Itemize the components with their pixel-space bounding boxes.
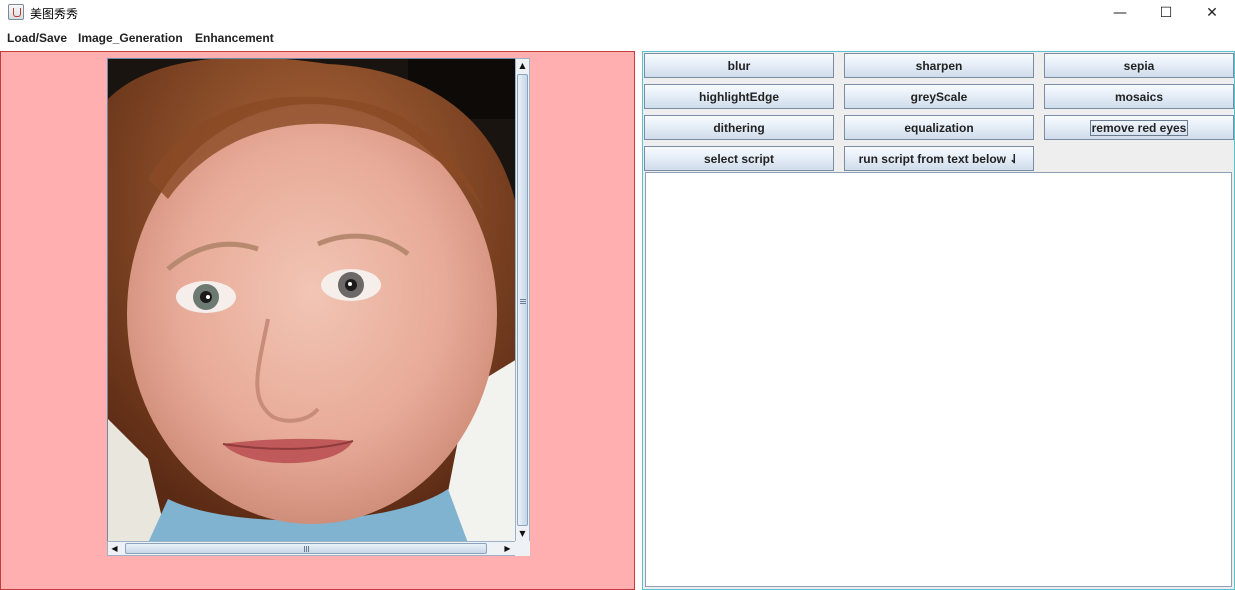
equalization-button[interactable]: equalization — [844, 115, 1034, 140]
scroll-left-icon[interactable]: ◀ — [108, 542, 121, 555]
control-panel: blur sharpen sepia highlightEdge greySca… — [642, 51, 1235, 590]
scroll-up-icon[interactable]: ▲ — [516, 59, 529, 72]
mosaics-button[interactable]: mosaics — [1044, 84, 1234, 109]
greyscale-button[interactable]: greyScale — [844, 84, 1034, 109]
script-text-area[interactable] — [645, 172, 1232, 587]
menu-enhancement[interactable]: Enhancement — [195, 31, 274, 45]
window-title: 美图秀秀 — [30, 7, 79, 21]
select-script-button[interactable]: select script — [644, 146, 834, 171]
remove-red-eyes-button[interactable]: remove red eyes — [1044, 115, 1234, 140]
menu-load-save[interactable]: Load/Save — [7, 31, 67, 45]
vertical-scroll-thumb[interactable] — [517, 74, 528, 526]
vertical-scrollbar[interactable]: ▲ ▼ — [515, 58, 530, 542]
minimize-button[interactable]: — — [1097, 0, 1143, 26]
image-panel: ▲ ▼ ◀ ▶ — [0, 51, 635, 590]
dithering-button[interactable]: dithering — [644, 115, 834, 140]
title-bar: 美图秀秀 — ☐ ✕ — [0, 0, 1235, 26]
horizontal-scroll-thumb[interactable] — [125, 543, 487, 554]
maximize-button[interactable]: ☐ — [1143, 0, 1189, 26]
run-script-button[interactable]: run script from text below ⇃ — [844, 146, 1034, 171]
grip-icon — [304, 546, 310, 552]
scroll-right-icon[interactable]: ▶ — [501, 542, 514, 555]
blur-button[interactable]: blur — [644, 53, 834, 78]
close-button[interactable]: ✕ — [1189, 0, 1235, 26]
highlight-edge-button[interactable]: highlightEdge — [644, 84, 834, 109]
sharpen-button[interactable]: sharpen — [844, 53, 1034, 78]
scroll-corner — [515, 541, 530, 556]
portrait-photo — [108, 59, 515, 541]
grip-icon — [520, 299, 526, 305]
menu-bar: Load/Save Image_Generation Enhancement — [0, 28, 1235, 50]
horizontal-scrollbar[interactable]: ◀ ▶ — [107, 541, 516, 556]
java-cup-icon — [8, 4, 24, 20]
sepia-button[interactable]: sepia — [1044, 53, 1234, 78]
image-viewport — [107, 58, 516, 542]
scroll-down-icon[interactable]: ▼ — [516, 527, 529, 540]
menu-image-generation[interactable]: Image_Generation — [78, 31, 183, 45]
